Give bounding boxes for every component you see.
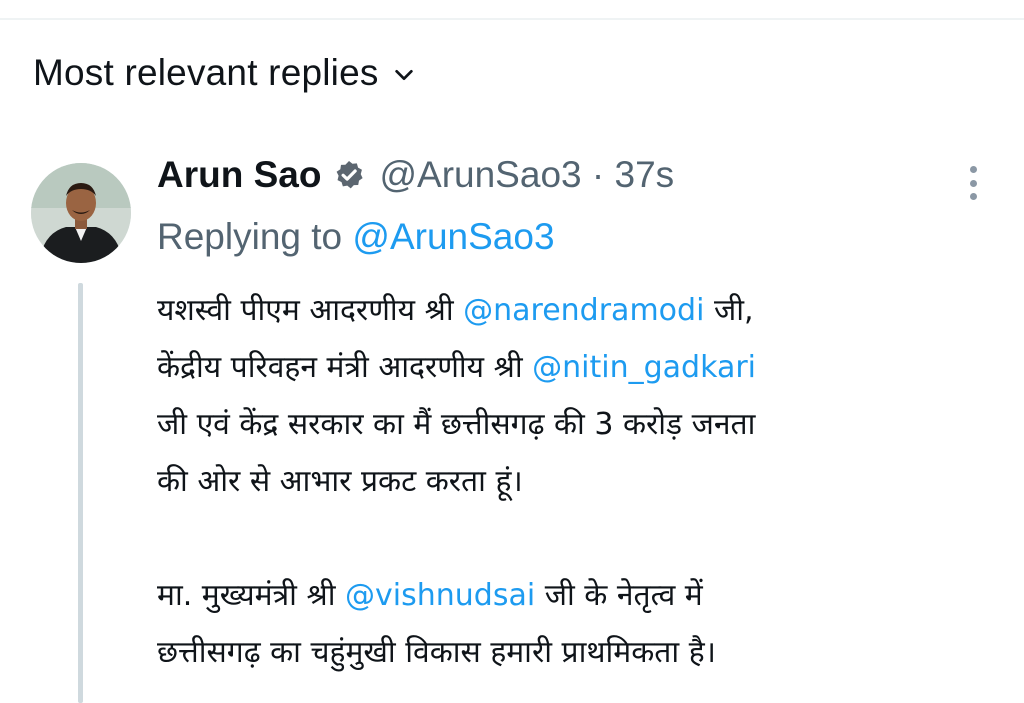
tweet-line: मा. मुख्यमंत्री श्री @vishnudsai जी के न… — [157, 567, 1007, 624]
more-options-icon[interactable] — [960, 166, 986, 200]
thread-line — [78, 283, 83, 703]
verified-badge-icon — [337, 161, 364, 189]
line-text: जी, — [704, 293, 754, 328]
line-text: छत्तीसगढ़ का चहुंमुखी विकास हमारी प्राथम… — [157, 635, 716, 670]
author-name[interactable]: Arun Sao — [157, 154, 321, 196]
line-text: की ओर से आभार प्रकट करता हूं। — [157, 464, 523, 499]
tweet-line: छत्तीसगढ़ का चहुंमुखी विकास हमारी प्राथम… — [157, 624, 1007, 681]
sort-label: Most relevant replies — [33, 52, 379, 93]
avatar-photo — [31, 163, 131, 263]
tweet-timestamp[interactable]: 37s — [615, 154, 675, 196]
replying-handle-link[interactable]: @ArunSao3 — [352, 216, 554, 257]
chevron-down-icon — [394, 69, 413, 81]
replying-prefix: Replying to — [157, 216, 353, 257]
line-text: मा. मुख्यमंत्री श्री — [157, 578, 346, 613]
line-text: जी के नेतृत्व में — [535, 578, 703, 613]
tweet-line: जी एवं केंद्र सरकार का मैं छत्तीसगढ़ की … — [157, 396, 1007, 453]
tweet-line: यशस्वी पीएम आदरणीय श्री @narendramodi जी… — [157, 282, 1007, 339]
tweet-header: Arun Sao @ArunSao3 · 37s — [157, 154, 674, 196]
line-text: केंद्रीय परिवहन मंत्री आदरणीय श्री — [157, 350, 533, 385]
line-text: जी एवं केंद्र सरकार का मैं छत्तीसगढ़ की … — [157, 407, 756, 442]
sort-replies-dropdown[interactable]: Most relevant replies — [33, 52, 415, 94]
top-divider — [0, 18, 1024, 20]
tweet-line: केंद्रीय परिवहन मंत्री आदरणीय श्री @niti… — [157, 339, 1007, 396]
mention-link[interactable]: @narendramodi — [463, 293, 704, 328]
mention-link[interactable]: @nitin_gadkari — [532, 350, 756, 385]
replying-to: Replying to @ArunSao3 — [157, 216, 555, 258]
meta-separator: · — [581, 154, 615, 195]
tweet-line: की ओर से आभार प्रकट करता हूं। — [157, 453, 1007, 510]
mention-link[interactable]: @vishnudsai — [345, 578, 535, 613]
author-handle[interactable]: @ArunSao3 — [379, 154, 581, 196]
tweet-text: यशस्वी पीएम आदरणीय श्री @narendramodi जी… — [157, 282, 1007, 681]
avatar[interactable] — [31, 163, 131, 263]
line-text: यशस्वी पीएम आदरणीय श्री — [157, 293, 464, 328]
